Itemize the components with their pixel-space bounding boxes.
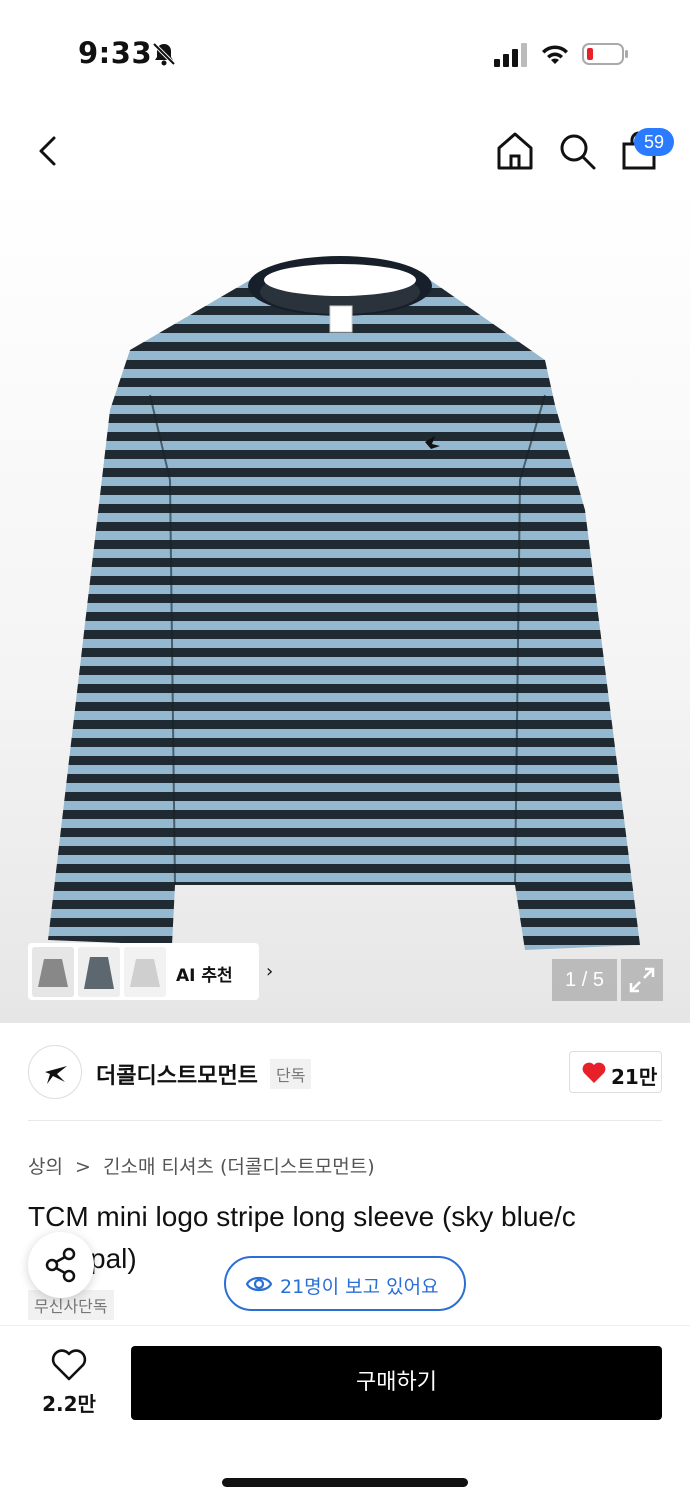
- favorite-button[interactable]: 2.2만: [42, 1348, 96, 1418]
- bell-muted-icon: [152, 42, 176, 66]
- expand-icon[interactable]: [621, 959, 663, 1001]
- breadcrumb-item[interactable]: 상의: [28, 1152, 63, 1179]
- share-icon: [45, 1247, 76, 1283]
- battery-low-icon: [582, 43, 628, 65]
- status-time: 9:33: [78, 36, 153, 70]
- buy-button[interactable]: 구매하기: [131, 1346, 662, 1420]
- breadcrumb-separator: >: [75, 1156, 91, 1178]
- breadcrumb-item[interactable]: 긴소매 티셔츠 (더콜디스트모먼트): [103, 1152, 375, 1179]
- thumbnail[interactable]: [124, 947, 166, 997]
- heart-filled-icon: [582, 1062, 606, 1083]
- thumbnail[interactable]: [32, 947, 74, 997]
- live-viewers-pill: 21명이 보고 있어요: [224, 1256, 466, 1311]
- breadcrumb: 상의 > 긴소매 티셔츠 (더콜디스트모먼트): [28, 1152, 375, 1179]
- home-indicator: [222, 1478, 468, 1487]
- search-icon[interactable]: [556, 130, 598, 172]
- brand-logo[interactable]: [28, 1045, 82, 1099]
- heart-outline-icon: [51, 1349, 87, 1381]
- share-button[interactable]: [28, 1232, 94, 1298]
- cart-count-badge: 59: [634, 128, 674, 156]
- brand-like-button[interactable]: 21만: [569, 1051, 662, 1093]
- wifi-icon: [542, 45, 568, 64]
- home-icon[interactable]: [494, 130, 536, 172]
- brand-name[interactable]: 더콜디스트모먼트: [96, 1058, 258, 1090]
- ai-recommendation-label: AI 추천: [176, 966, 233, 986]
- back-arrow-icon[interactable]: [30, 130, 70, 172]
- thumbnail[interactable]: [78, 947, 120, 997]
- product-image[interactable]: [0, 180, 690, 1023]
- live-viewers-text: 21명이 보고 있어요: [280, 1276, 439, 1298]
- top-nav: [0, 110, 690, 190]
- shirt-body: [48, 280, 640, 950]
- chevron-right-icon: ›: [266, 961, 274, 982]
- brand-like-count: 21만: [611, 1065, 658, 1089]
- ai-recommendation[interactable]: AI 추천 ›: [28, 943, 273, 1000]
- image-pager: 1 / 5: [552, 959, 617, 1001]
- cellular-signal-icon: [494, 43, 527, 67]
- divider: [28, 1120, 662, 1121]
- status-bar: 9:33: [0, 0, 690, 100]
- eye-icon: [246, 1276, 272, 1292]
- product-title-line: TCM mini logo stripe long sleeve (sky bl…: [28, 1201, 576, 1232]
- exclusive-badge: 단독: [270, 1059, 312, 1089]
- favorite-count: 2.2만: [42, 1392, 96, 1416]
